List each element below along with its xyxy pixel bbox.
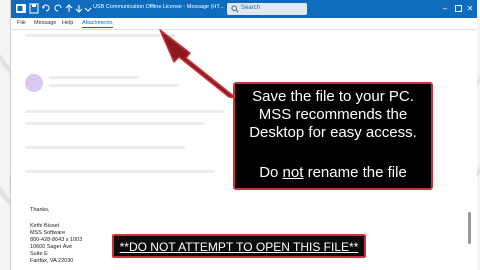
warning-banner: **DO NOT ATTEMPT TO OPEN THIS FILE** xyxy=(112,234,366,258)
callout-line-1: Save the file to your PC. xyxy=(252,88,414,105)
callout-do: Do xyxy=(259,164,283,181)
callout-warning: Do not rename the file xyxy=(235,164,431,182)
callout-line-3: Desktop for easy access. xyxy=(249,124,417,141)
callout-not: not xyxy=(282,164,304,181)
callout-line-2: MSS recommends the xyxy=(258,106,408,123)
screenshot-stage: V V V V xyxy=(0,0,480,270)
callout-text: Save the file to your PC. MSS recommends… xyxy=(235,88,431,142)
callout-rest: rename the file xyxy=(303,164,407,181)
instruction-callout: Save the file to your PC. MSS recommends… xyxy=(233,82,433,190)
banner-text: **DO NOT ATTEMPT TO OPEN THIS FILE** xyxy=(119,240,359,254)
